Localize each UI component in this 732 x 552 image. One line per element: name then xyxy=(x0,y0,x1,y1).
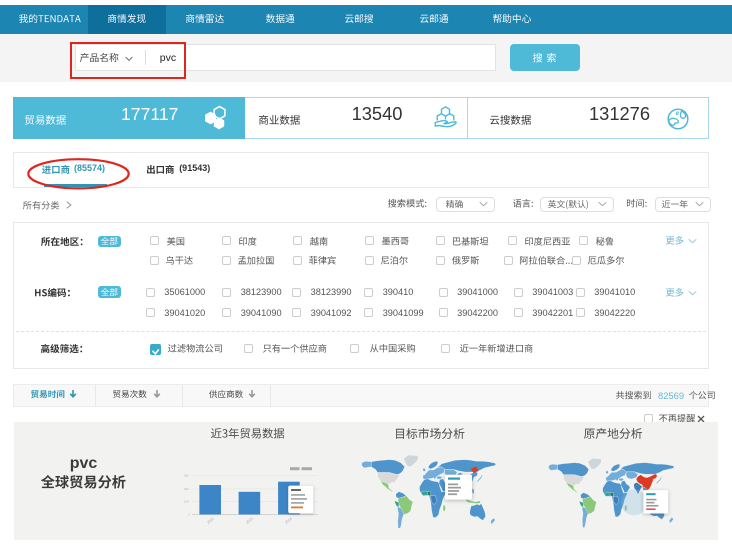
svg-text:2022: 2022 xyxy=(206,517,215,525)
svg-text:10K: 10K xyxy=(184,500,189,504)
svg-text:2024: 2024 xyxy=(284,517,293,525)
svg-text:2023: 2023 xyxy=(245,517,254,525)
svg-text:20K: 20K xyxy=(184,487,189,491)
svg-text:30K: 30K xyxy=(184,474,189,478)
svg-text:0: 0 xyxy=(188,513,190,517)
